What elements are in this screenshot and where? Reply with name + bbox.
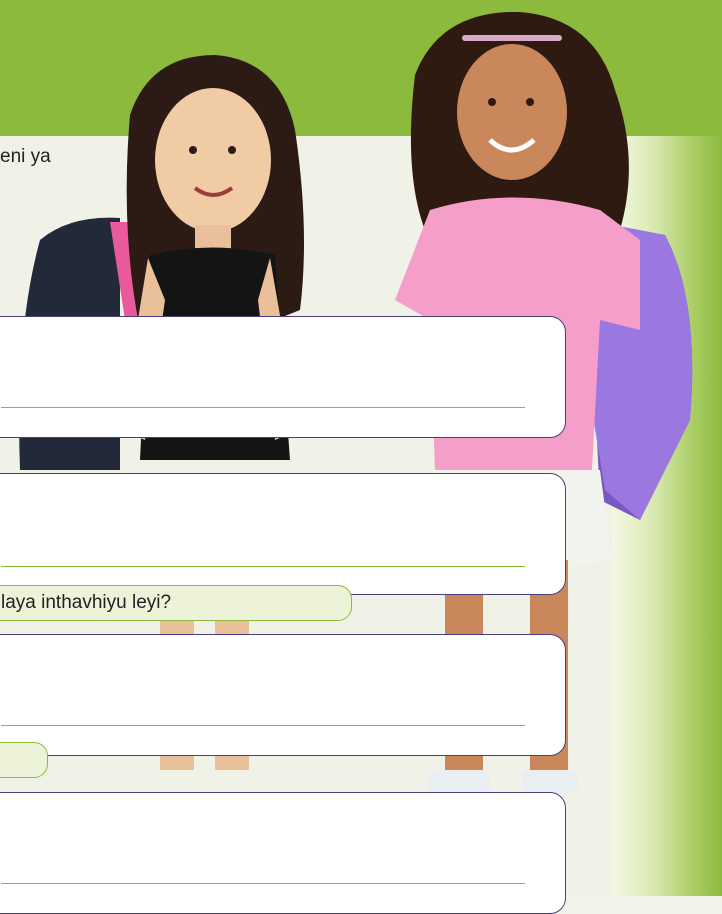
answer-box-1[interactable] <box>0 316 566 438</box>
intro-text-fragment: eni ya <box>0 146 51 167</box>
left-girl-face <box>155 88 271 232</box>
question-text: laya inthavhiyu leyi? <box>1 592 172 613</box>
answer-line <box>1 407 525 408</box>
right-girl-face <box>457 44 567 180</box>
answer-line <box>1 566 525 567</box>
answer-line <box>1 725 525 726</box>
answer-box-2[interactable] <box>0 473 566 595</box>
question-prompt: laya inthavhiyu leyi? <box>0 585 352 621</box>
schoolgirls-photo <box>19 11 693 794</box>
question-prompt-empty <box>0 742 48 778</box>
answer-line <box>1 883 525 884</box>
answer-box-3[interactable] <box>0 634 566 756</box>
